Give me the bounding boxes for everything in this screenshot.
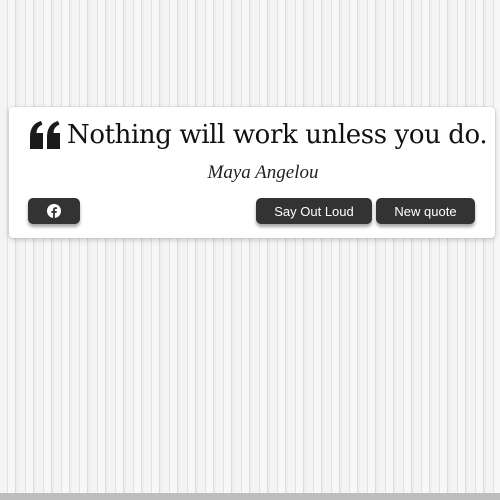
say-out-loud-button[interactable]: Say Out Loud xyxy=(256,198,372,224)
quote-mark-icon xyxy=(28,120,62,150)
facebook-icon xyxy=(47,204,61,218)
quote-text: Nothing will work unless you do. xyxy=(67,120,488,150)
new-quote-button[interactable]: New quote xyxy=(376,198,475,224)
facebook-share-button[interactable] xyxy=(28,198,80,224)
quote-card: Nothing will work unless you do. Maya An… xyxy=(9,107,495,238)
bottom-bar xyxy=(0,493,500,500)
quote-line: Nothing will work unless you do. xyxy=(28,120,488,150)
quote-author: Maya Angelou xyxy=(207,162,319,183)
